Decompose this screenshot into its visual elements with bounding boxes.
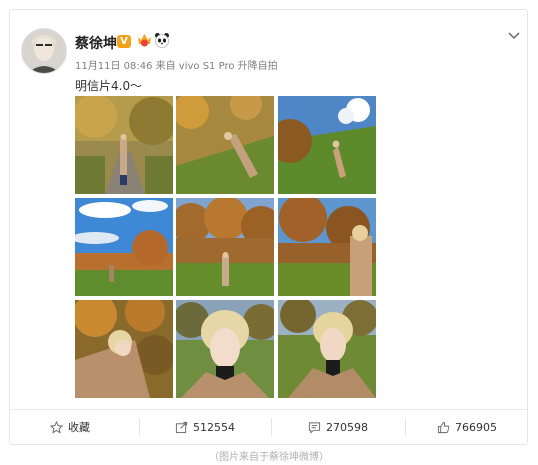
username[interactable]: 蔡徐坤 <box>75 33 117 53</box>
photo-1[interactable] <box>75 96 173 194</box>
photo-4[interactable] <box>75 198 173 296</box>
chevron-down-icon[interactable] <box>507 27 521 41</box>
favorite-label: 收藏 <box>68 421 90 434</box>
comment-button[interactable]: 270598 <box>272 410 404 444</box>
photo-2[interactable] <box>176 96 274 194</box>
verified-badge: V <box>117 35 131 48</box>
photo-grid <box>75 96 376 399</box>
photo-6[interactable] <box>278 198 376 296</box>
image-caption: （图片来自于蔡徐坤微博） <box>209 452 329 463</box>
like-count: 766905 <box>455 420 497 434</box>
photo-3[interactable] <box>278 96 376 194</box>
photo-9[interactable] <box>278 300 376 398</box>
share-icon <box>175 421 188 433</box>
thumbs-up-icon <box>437 421 450 433</box>
star-icon <box>50 420 63 434</box>
comment-count: 270598 <box>326 420 368 434</box>
photo-8[interactable] <box>176 300 274 398</box>
post-text: 明信片4.0～ <box>75 79 143 93</box>
like-button[interactable]: 766905 <box>406 410 528 444</box>
avatar[interactable] <box>21 28 67 74</box>
comment-icon <box>308 421 321 434</box>
repost-button[interactable]: 512554 <box>140 410 270 444</box>
panda-icon <box>154 32 170 48</box>
repost-count: 512554 <box>193 420 235 434</box>
favorite-button[interactable]: 收藏 <box>9 410 131 444</box>
photo-5[interactable] <box>176 198 274 296</box>
action-bar: 收藏 512554 270598 766905 <box>9 409 528 445</box>
photo-7[interactable] <box>75 300 173 398</box>
vip-crown-icon <box>137 31 152 48</box>
post-meta: 11月11日 08:46 来自 vivo S1 Pro 升降自拍 <box>75 61 278 72</box>
